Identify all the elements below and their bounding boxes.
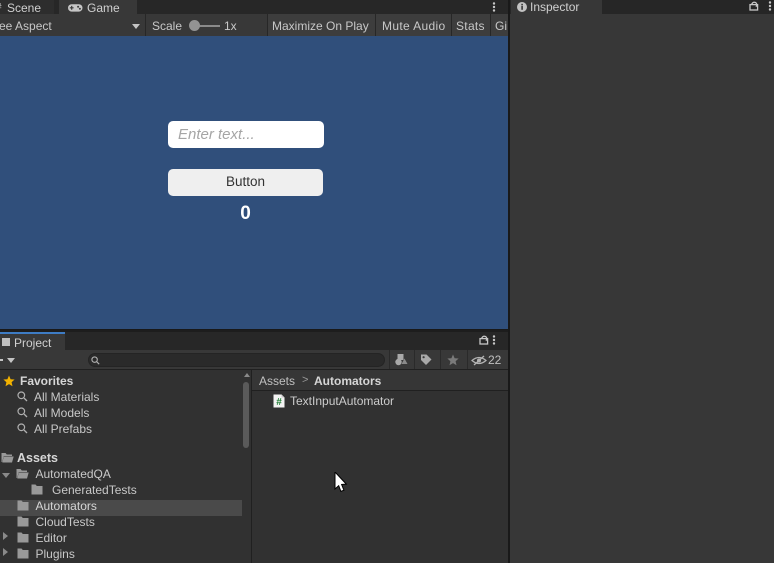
svg-text:#: #: [276, 397, 282, 408]
